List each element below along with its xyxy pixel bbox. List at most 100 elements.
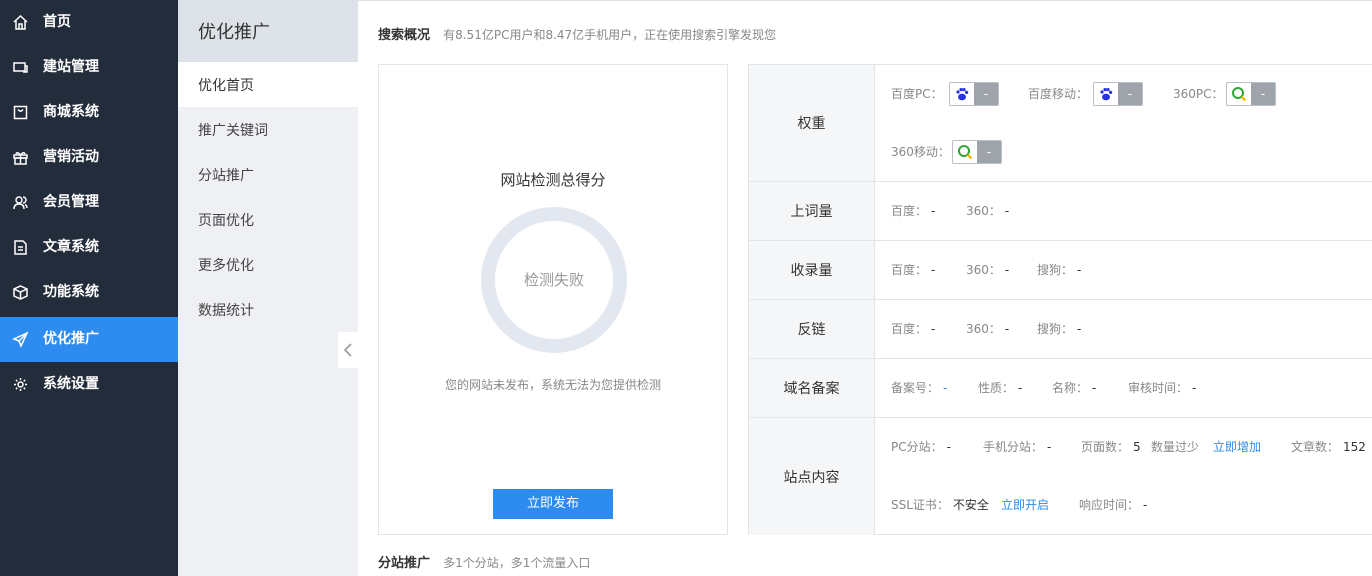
content-mobile-sub: 手机分站： - bbox=[983, 439, 1051, 455]
subnav-item-branch[interactable]: 分站推广 bbox=[178, 152, 358, 197]
stat-body: 备案号： - 性质： - 名称： - 审核时间： - bbox=[875, 359, 1372, 417]
collapse-sidebar-button[interactable] bbox=[338, 332, 358, 368]
backlinks-sogou: 搜狗： - bbox=[1037, 321, 1081, 337]
indexed-sogou: 搜狗： - bbox=[1037, 262, 1081, 278]
main-content: 搜索概况 有8.51亿PC用户和8.47亿手机用户，正在使用搜索引擎发现您 网站… bbox=[358, 0, 1372, 576]
stat-label: 站点内容 bbox=[749, 418, 875, 535]
nav-label: 功能系统 bbox=[43, 284, 99, 300]
kv-name: 名称： bbox=[1052, 381, 1089, 395]
stat-label: 反链 bbox=[749, 300, 875, 358]
stat-body: PC分站： - 手机分站： - 页面数： 5 数量过少 立即增加 文章数： 152 SS… bbox=[875, 418, 1372, 535]
stat-body: 百度： - 360： - 搜狗： - bbox=[875, 241, 1372, 299]
kv-name: 文章数： bbox=[1291, 440, 1340, 454]
kv-name: SSL证书： bbox=[891, 498, 949, 512]
stat-row-backlinks: 反链 百度： - 360： - 搜狗： - bbox=[749, 300, 1372, 359]
kv-value: - bbox=[1077, 322, 1082, 336]
nav-item-seo[interactable]: 优化推广 bbox=[0, 317, 178, 362]
nav-label: 商城系统 bbox=[43, 104, 99, 120]
content-pages: 页面数： 5 bbox=[1081, 439, 1141, 455]
publish-button[interactable]: 立即发布 bbox=[493, 489, 613, 519]
nav-item-site-management[interactable]: 建站管理 bbox=[0, 45, 178, 90]
main-sidebar: 首页 建站管理 商城系统 营销活动 会员管理 文章系统 功能系统 优化推广 系统… bbox=[0, 0, 178, 576]
kv-name: 搜狗： bbox=[1037, 322, 1074, 336]
enable-ssl-link[interactable]: 立即开启 bbox=[1001, 497, 1049, 513]
stats-table: 权重 百度PC： - 百度移动： - 360PC： - 360移动： - 上词量… bbox=[748, 64, 1372, 535]
nav-item-mall[interactable]: 商城系统 bbox=[0, 90, 178, 135]
kv-value: - bbox=[946, 440, 951, 454]
app-root: 首页 建站管理 商城系统 营销活动 会员管理 文章系统 功能系统 优化推广 系统… bbox=[0, 0, 1372, 576]
kv-name: 备案号： bbox=[891, 381, 940, 395]
nav-item-marketing[interactable]: 营销活动 bbox=[0, 135, 178, 180]
home-icon bbox=[12, 14, 29, 31]
360-search-icon bbox=[953, 141, 977, 163]
stat-body: 百度： - 360： - 搜狗： - bbox=[875, 300, 1372, 358]
subnav-item-seo-home[interactable]: 优化首页 bbox=[178, 62, 358, 107]
gear-icon bbox=[12, 376, 29, 393]
users-icon bbox=[12, 194, 29, 211]
weight-baidu-mobile-badge: - bbox=[1093, 82, 1143, 106]
360-search-icon bbox=[1227, 83, 1251, 105]
stat-body: 百度PC： - 百度移动： - 360PC： - 360移动： - bbox=[875, 65, 1372, 181]
kv-name: 360： bbox=[966, 322, 1001, 336]
kv-value: - bbox=[931, 204, 936, 218]
shopping-bag-icon bbox=[12, 104, 29, 121]
content-pc-sub: PC分站： - bbox=[891, 439, 951, 455]
indexed-baidu: 百度： - bbox=[891, 262, 935, 278]
subnav-item-more[interactable]: 更多优化 bbox=[178, 242, 358, 287]
backlinks-baidu: 百度： - bbox=[891, 321, 935, 337]
weight-baidu-pc-label: 百度PC： bbox=[891, 87, 943, 101]
nav-label: 首页 bbox=[43, 14, 71, 30]
branch-header: 分站推广 多1个分站，多1个流量入口 bbox=[378, 552, 590, 571]
stat-row-domain: 域名备案 备案号： - 性质： - 名称： - 审核时间： - bbox=[749, 359, 1372, 418]
stat-row-content: 站点内容 PC分站： - 手机分站： - 页面数： 5 数量过少 立即增加 文章数： 1… bbox=[749, 418, 1372, 535]
overview-desc: 有8.51亿PC用户和8.47亿手机用户，正在使用搜索引擎发现您 bbox=[443, 28, 777, 42]
overview-header: 搜索概况 有8.51亿PC用户和8.47亿手机用户，正在使用搜索引擎发现您 bbox=[378, 24, 776, 43]
nav-item-articles[interactable]: 文章系统 bbox=[0, 225, 178, 270]
content-ssl: SSL证书： 不安全 bbox=[891, 497, 989, 513]
weight-baidu-pc-badge: - bbox=[949, 82, 999, 106]
nav-label: 文章系统 bbox=[43, 239, 99, 255]
baidu-icon bbox=[950, 83, 974, 105]
kv-value: - bbox=[1192, 381, 1197, 395]
document-icon bbox=[12, 239, 29, 256]
kv-name: PC分站： bbox=[891, 440, 943, 454]
add-pages-link[interactable]: 立即增加 bbox=[1213, 439, 1261, 455]
nav-item-home[interactable]: 首页 bbox=[0, 0, 178, 45]
subnav-title: 优化推广 bbox=[178, 0, 358, 62]
cube-icon bbox=[12, 284, 29, 301]
indexed-360: 360： - bbox=[966, 262, 1009, 278]
content-pages-warning: 数量过少 bbox=[1151, 440, 1200, 454]
stat-label: 权重 bbox=[749, 65, 875, 181]
kv-value: - bbox=[1143, 498, 1148, 512]
score-card: 网站检测总得分 检测失败 您的网站未发布，系统无法为您提供检测 立即发布 bbox=[378, 64, 728, 535]
weight-360-mobile-badge: - bbox=[952, 140, 1002, 164]
subnav-item-page-optimize[interactable]: 页面优化 bbox=[178, 197, 358, 242]
send-icon bbox=[12, 331, 29, 348]
backlinks-360: 360： - bbox=[966, 321, 1009, 337]
kv-name: 审核时间： bbox=[1128, 381, 1189, 395]
nav-item-members[interactable]: 会员管理 bbox=[0, 180, 178, 225]
weight-value: - bbox=[1251, 83, 1275, 105]
stat-label: 上词量 bbox=[749, 182, 875, 240]
nav-label: 建站管理 bbox=[43, 59, 99, 75]
domain-review-time: 审核时间： - bbox=[1128, 380, 1196, 396]
subnav-item-stats[interactable]: 数据统计 bbox=[178, 287, 358, 332]
subnav-item-keywords[interactable]: 推广关键词 bbox=[178, 107, 358, 152]
nav-item-settings[interactable]: 系统设置 bbox=[0, 362, 178, 407]
top-divider bbox=[358, 0, 1372, 1]
sub-sidebar: 优化推广 优化首页 推广关键词 分站推广 页面优化 更多优化 数据统计 bbox=[178, 0, 358, 576]
nav-item-features[interactable]: 功能系统 bbox=[0, 270, 178, 315]
weight-360-pc-badge: - bbox=[1226, 82, 1276, 106]
kv-name: 手机分站： bbox=[983, 440, 1044, 454]
monitor-icon bbox=[12, 59, 29, 76]
kv-value: 5 bbox=[1133, 440, 1141, 454]
stat-label: 收录量 bbox=[749, 241, 875, 299]
branch-title: 分站推广 bbox=[378, 556, 431, 571]
kv-value: - bbox=[931, 322, 936, 336]
weight-value: - bbox=[977, 141, 1001, 163]
gift-icon bbox=[12, 149, 29, 166]
weight-value: - bbox=[1118, 83, 1142, 105]
kv-value: - bbox=[931, 263, 936, 277]
nav-label: 系统设置 bbox=[43, 376, 99, 392]
words-baidu: 百度： - bbox=[891, 203, 935, 219]
